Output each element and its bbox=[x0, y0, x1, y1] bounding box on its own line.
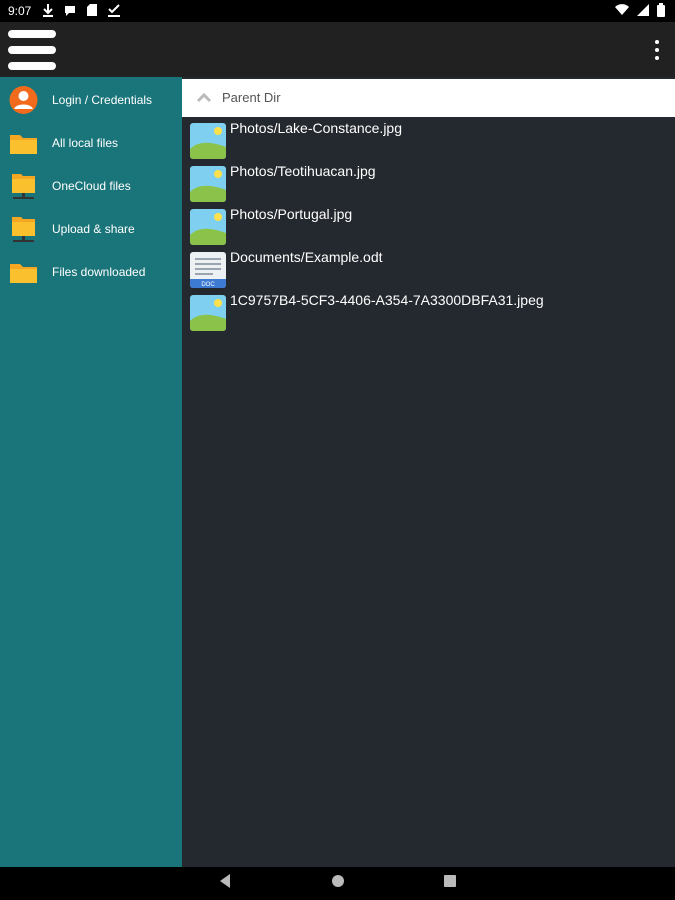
status-bar: 9:07 bbox=[0, 0, 675, 22]
doc-badge: DOC bbox=[201, 282, 215, 288]
system-nav-bar bbox=[0, 867, 675, 900]
battery-icon bbox=[657, 3, 665, 17]
sidebar-item-files-downloaded[interactable]: Files downloaded bbox=[0, 251, 182, 294]
recents-square-icon bbox=[444, 875, 456, 887]
image-file-icon bbox=[190, 209, 226, 245]
file-row[interactable]: 1C9757B4-5CF3-4406-A354-7A3300DBFA31.jpe… bbox=[190, 292, 670, 332]
document-file-icon: DOC bbox=[190, 252, 226, 288]
file-name: 1C9757B4-5CF3-4406-A354-7A3300DBFA31.jpe… bbox=[230, 292, 544, 308]
sidebar-item-upload-share[interactable]: Upload & share bbox=[0, 208, 182, 251]
sidebar-item-label: Files downloaded bbox=[52, 265, 146, 279]
app-toolbar bbox=[0, 22, 675, 77]
sidebar-item-login-credentials[interactable]: Login / Credentials bbox=[0, 79, 182, 122]
sidebar-item-onecloud-files[interactable]: OneCloud files bbox=[0, 165, 182, 208]
file-name: Photos/Teotihuacan.jpg bbox=[230, 163, 376, 179]
file-name: Photos/Lake-Constance.jpg bbox=[230, 120, 402, 136]
sidebar-item-all-local-files[interactable]: All local files bbox=[0, 122, 182, 165]
hamburger-icon[interactable] bbox=[8, 28, 56, 72]
status-time: 9:07 bbox=[8, 4, 32, 18]
task-done-icon bbox=[108, 4, 120, 17]
user-account-icon bbox=[9, 86, 38, 114]
recents-button[interactable] bbox=[430, 867, 470, 900]
more-vert-icon[interactable] bbox=[653, 40, 661, 60]
home-circle-icon bbox=[332, 875, 344, 887]
image-file-icon bbox=[190, 295, 226, 331]
sidebar-item-label: Upload & share bbox=[52, 222, 135, 236]
image-file-icon bbox=[190, 123, 226, 159]
home-button[interactable] bbox=[318, 867, 358, 900]
file-row[interactable]: DOC Documents/Example.odt bbox=[190, 249, 670, 289]
file-row[interactable]: Photos/Teotihuacan.jpg bbox=[190, 163, 670, 203]
sidebar-item-label: OneCloud files bbox=[52, 179, 131, 193]
wifi-icon bbox=[615, 4, 629, 15]
parent-dir-button[interactable]: Parent Dir bbox=[182, 79, 675, 117]
file-name: Documents/Example.odt bbox=[230, 249, 383, 265]
back-button[interactable] bbox=[205, 867, 245, 900]
image-file-icon bbox=[190, 166, 226, 202]
chat-icon bbox=[65, 6, 75, 16]
sidebar-item-label: Login / Credentials bbox=[52, 93, 153, 107]
status-icons-left bbox=[42, 3, 121, 17]
network-folder-icon bbox=[12, 217, 35, 242]
sidebar-item-label: All local files bbox=[52, 136, 119, 150]
download-icon bbox=[43, 4, 53, 17]
file-list-pane: Parent Dir Photos/Lake-Constance.jpg Pho… bbox=[182, 77, 675, 867]
parent-dir-label: Parent Dir bbox=[222, 90, 281, 105]
file-row[interactable]: Photos/Portugal.jpg bbox=[190, 206, 670, 246]
signal-icon bbox=[637, 4, 649, 16]
file-name: Photos/Portugal.jpg bbox=[230, 206, 353, 222]
folder-icon bbox=[10, 135, 37, 154]
sidebar: Login / Credentials All local files OneC… bbox=[0, 77, 182, 867]
status-icons-right bbox=[615, 3, 665, 17]
sd-card-icon bbox=[87, 4, 97, 16]
back-triangle-icon bbox=[220, 874, 230, 888]
folder-icon bbox=[10, 264, 37, 283]
file-row[interactable]: Photos/Lake-Constance.jpg bbox=[190, 120, 670, 160]
network-folder-icon bbox=[12, 174, 35, 199]
chevron-up-icon bbox=[196, 92, 212, 103]
